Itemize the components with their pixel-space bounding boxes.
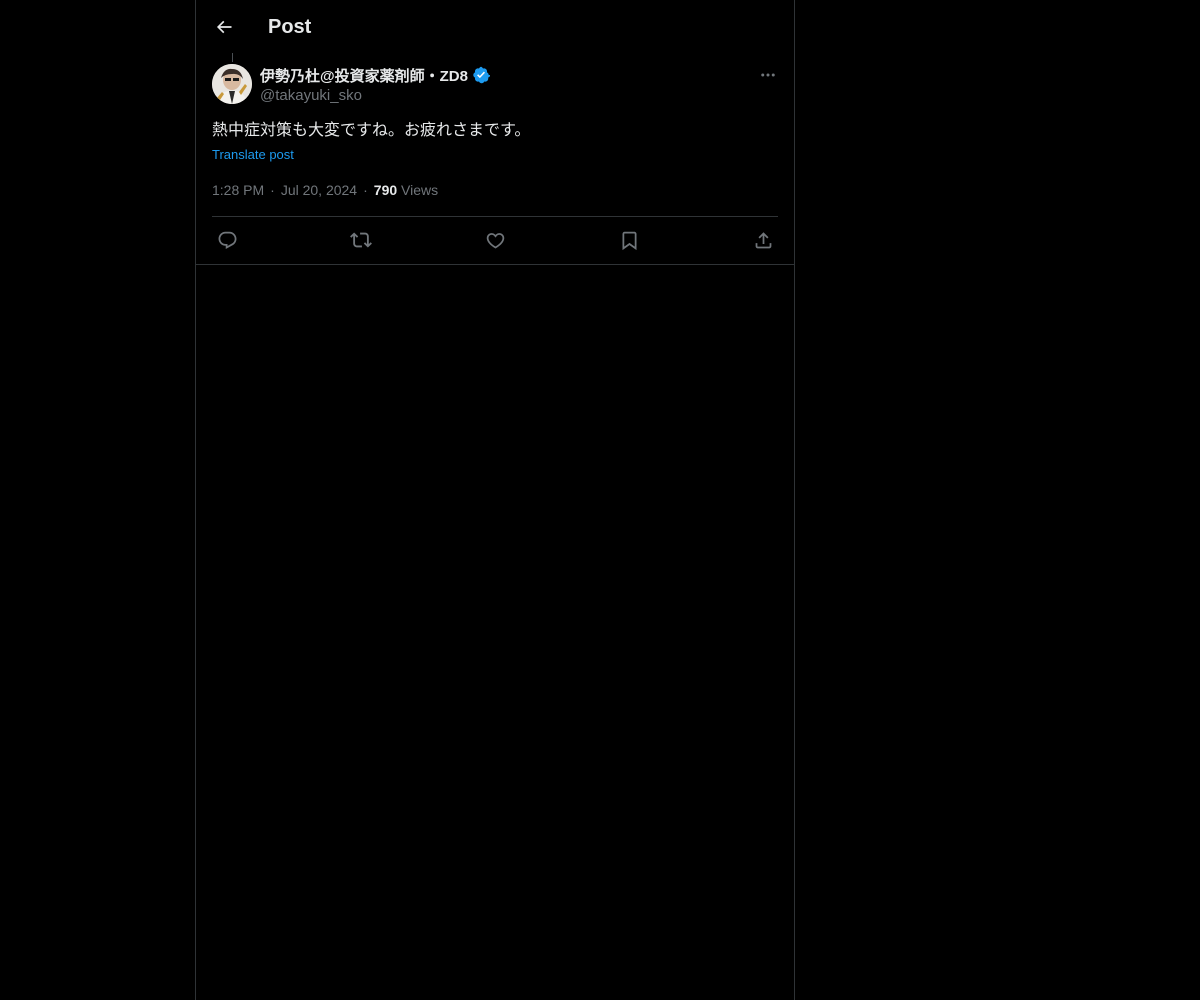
reply-button[interactable] <box>212 225 242 255</box>
meta-separator: · <box>270 182 275 198</box>
author-name-text: 伊勢乃杜@投資家薬剤師・ZD8 <box>260 67 468 85</box>
like-icon <box>486 232 504 249</box>
divider <box>212 216 778 217</box>
views-count: 790 <box>373 182 398 198</box>
repost-button[interactable] <box>346 225 376 255</box>
post-actions-bar <box>212 225 778 255</box>
bookmark-icon <box>622 231 636 250</box>
post-detail-column: Post 伊勢乃杜@投資家薬剤師・ZD8 @takayuki_sko 熱中症対策… <box>195 0 795 1000</box>
meta-separator: · <box>363 182 368 198</box>
post-date[interactable]: Jul 20, 2024 <box>281 182 357 198</box>
share-button[interactable] <box>748 225 778 255</box>
author-name[interactable]: 伊勢乃杜@投資家薬剤師・ZD8 <box>260 64 490 86</box>
thread-connector-line <box>232 53 233 62</box>
share-icon <box>755 231 771 248</box>
views-label: Views <box>401 182 439 198</box>
repost-icon <box>350 232 372 248</box>
avatar[interactable] <box>212 64 252 104</box>
back-button[interactable] <box>208 11 240 43</box>
page-title: Post <box>268 16 312 38</box>
post-meta: 1:28 PM · Jul 20, 2024 · 790 Views <box>212 180 438 200</box>
more-options-button[interactable] <box>756 64 780 86</box>
like-button[interactable] <box>480 225 510 255</box>
arrow-left-icon <box>216 20 232 34</box>
verified-badge-icon <box>472 66 490 84</box>
reply-icon <box>218 231 236 249</box>
translate-post-link[interactable]: Translate post <box>212 145 294 165</box>
post-text: 熱中症対策も大変ですね。お疲れさまです。 <box>212 122 531 139</box>
divider <box>196 264 794 265</box>
post-time[interactable]: 1:28 PM <box>212 182 264 198</box>
author-handle[interactable]: @takayuki_sko <box>260 86 362 106</box>
bookmark-button[interactable] <box>614 225 644 255</box>
more-dots-icon <box>761 73 775 77</box>
avatar-image <box>212 64 252 104</box>
page-header: Post <box>196 0 794 53</box>
